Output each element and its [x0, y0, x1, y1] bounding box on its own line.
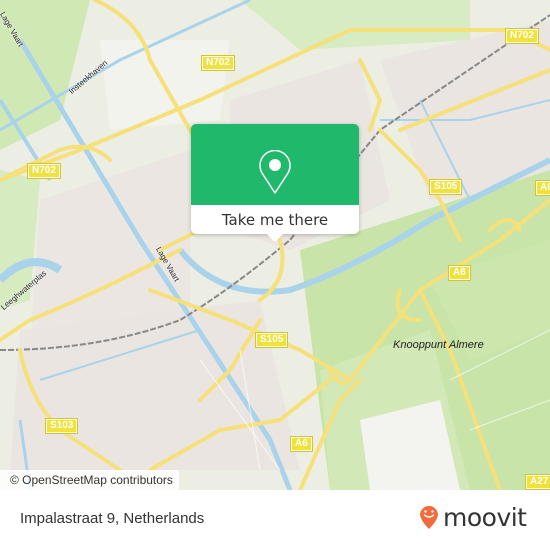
road-shield-a6: A6: [448, 265, 471, 281]
map-attribution[interactable]: © OpenStreetMap contributors: [0, 470, 179, 490]
road-shield-n702: N702: [505, 28, 539, 44]
road-shield-n702: N702: [201, 55, 235, 71]
moovit-brand-text: moovit: [443, 503, 527, 532]
road-shield-s105: S105: [428, 179, 463, 195]
moovit-pin-logo-icon: [418, 502, 440, 534]
road-shield-s105: S105: [254, 332, 289, 348]
address-label: Impalastraat 9, Netherlands: [20, 510, 205, 527]
footer-bar: Impalastraat 9, Netherlands moovit: [0, 490, 550, 550]
popup-header: [191, 124, 359, 205]
road-shield-a27: A27: [524, 474, 550, 490]
road-shield-s103: S103: [44, 418, 79, 434]
take-me-there-button[interactable]: Take me there: [191, 205, 359, 234]
popup-pointer: [266, 233, 284, 242]
location-popup: Take me there: [191, 124, 359, 242]
moovit-logo[interactable]: moovit: [418, 502, 527, 534]
road-shield-a6: A6: [290, 436, 313, 452]
map-tiles: [0, 0, 550, 490]
road-shield-a6: A6: [535, 180, 550, 196]
place-label-knooppunt-almere: Knooppunt Almere: [393, 339, 484, 351]
map-canvas[interactable]: N702 N702 N702 S105 S105 A6 A6 A6 S103 A…: [0, 0, 550, 490]
road-shield-n702: N702: [27, 163, 61, 179]
